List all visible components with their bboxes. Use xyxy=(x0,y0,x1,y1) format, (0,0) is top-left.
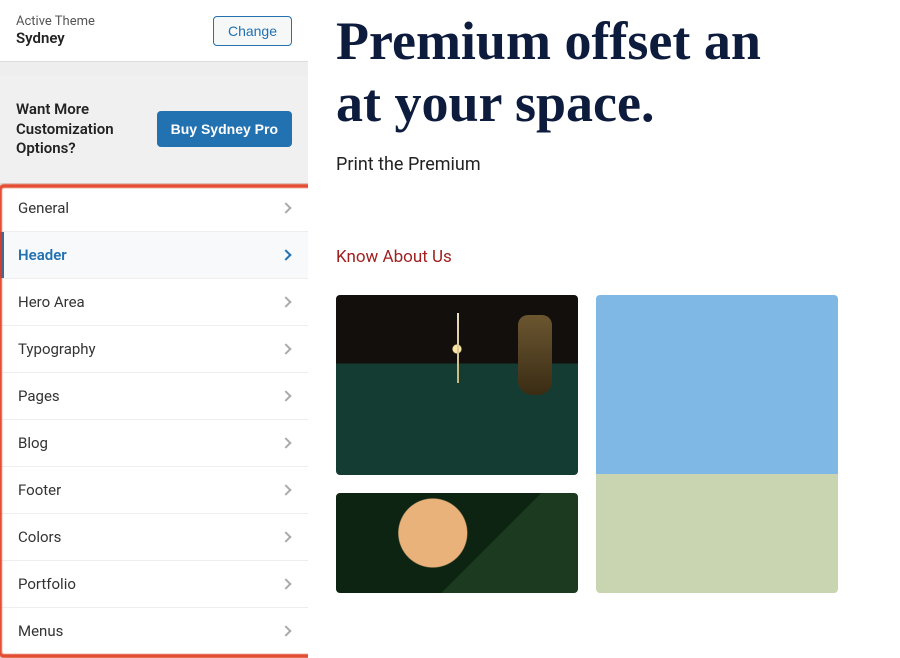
menu-item-label: General xyxy=(18,199,69,217)
chevron-right-icon xyxy=(280,625,291,636)
menu-item-label: Typography xyxy=(18,340,96,358)
upsell-box: Want More Customization Options? Buy Syd… xyxy=(0,76,308,184)
chevron-right-icon xyxy=(280,437,291,448)
gallery-tile-3[interactable] xyxy=(336,493,578,593)
menu-item-footer[interactable]: Footer xyxy=(0,467,308,514)
menu-item-label: Header xyxy=(18,246,67,264)
site-preview: Premium offset an at your space. Print t… xyxy=(308,0,900,658)
chevron-right-icon xyxy=(280,343,291,354)
upsell-text: Want More Customization Options? xyxy=(16,100,147,159)
customize-menu-box: General Header Hero Area Typography Pages Blo… xyxy=(0,184,308,658)
menu-item-label: Menus xyxy=(18,622,63,640)
buy-pro-button[interactable]: Buy Sydney Pro xyxy=(157,111,292,147)
customize-menu: General Header Hero Area Typography Pages Blo… xyxy=(0,184,308,655)
chevron-right-icon xyxy=(280,578,291,589)
chevron-right-icon xyxy=(280,296,291,307)
chevron-right-icon xyxy=(280,531,291,542)
active-theme-name: Sydney xyxy=(16,29,95,47)
menu-item-header[interactable]: Header xyxy=(0,232,308,279)
hero-title-line2: at your space. xyxy=(336,73,655,133)
menu-item-menus[interactable]: Menus xyxy=(0,608,308,655)
hero-title: Premium offset an at your space. xyxy=(336,10,900,150)
gallery xyxy=(336,295,900,593)
gallery-tile-1[interactable] xyxy=(336,295,578,475)
menu-item-label: Footer xyxy=(18,481,61,499)
menu-item-general[interactable]: General xyxy=(0,184,308,232)
customizer-sidebar: Active Theme Sydney Change Want More Cus… xyxy=(0,0,308,658)
chevron-right-icon xyxy=(280,484,291,495)
hero-subtitle: Print the Premium xyxy=(336,154,900,175)
active-theme-label: Active Theme xyxy=(16,14,95,29)
menu-item-label: Colors xyxy=(18,528,61,546)
gallery-tile-2[interactable] xyxy=(596,295,838,593)
menu-item-label: Hero Area xyxy=(18,293,85,311)
chevron-right-icon xyxy=(280,249,291,260)
active-theme-text: Active Theme Sydney xyxy=(16,14,95,47)
menu-item-typography[interactable]: Typography xyxy=(0,326,308,373)
chevron-right-icon xyxy=(280,390,291,401)
menu-item-portfolio[interactable]: Portfolio xyxy=(0,561,308,608)
customizer-layout: Active Theme Sydney Change Want More Cus… xyxy=(0,0,900,658)
hero-title-line1: Premium offset an xyxy=(336,11,761,71)
menu-item-blog[interactable]: Blog xyxy=(0,420,308,467)
menu-item-hero-area[interactable]: Hero Area xyxy=(0,279,308,326)
chevron-right-icon xyxy=(280,202,291,213)
hero-link[interactable]: Know About Us xyxy=(336,247,452,267)
menu-item-label: Blog xyxy=(18,434,48,452)
menu-item-label: Portfolio xyxy=(18,575,76,593)
change-theme-button[interactable]: Change xyxy=(213,16,292,46)
menu-item-pages[interactable]: Pages xyxy=(0,373,308,420)
active-theme-box: Active Theme Sydney Change xyxy=(0,0,308,62)
menu-item-colors[interactable]: Colors xyxy=(0,514,308,561)
menu-item-label: Pages xyxy=(18,387,60,405)
